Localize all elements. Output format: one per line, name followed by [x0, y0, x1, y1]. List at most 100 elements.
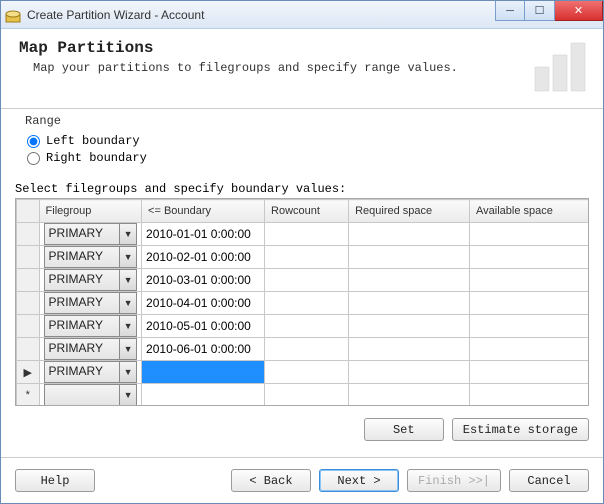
required-cell: [349, 338, 470, 361]
chevron-down-icon[interactable]: ▼: [119, 246, 137, 268]
filegroup-combo[interactable]: PRIMARY▼: [44, 361, 138, 383]
chevron-down-icon[interactable]: ▼: [119, 361, 137, 383]
row-marker: *: [17, 384, 40, 407]
required-cell: [349, 269, 470, 292]
required-cell: [349, 361, 470, 384]
col-filegroup[interactable]: Filegroup: [39, 200, 142, 223]
filegroup-cell[interactable]: PRIMARY▼: [39, 361, 142, 384]
row-marker: ▶: [17, 361, 40, 384]
maximize-button[interactable]: ☐: [525, 1, 555, 21]
filegroup-combo[interactable]: PRIMARY▼: [44, 223, 138, 245]
left-boundary-radio[interactable]: [27, 135, 40, 148]
cancel-button[interactable]: Cancel: [509, 469, 589, 492]
table-row[interactable]: PRIMARY▼2010-01-01 0:00:00: [17, 223, 590, 246]
rowcount-cell: [265, 338, 349, 361]
boundary-cell[interactable]: 2010-04-01 0:00:00: [142, 292, 265, 315]
filegroup-cell[interactable]: PRIMARY▼: [39, 223, 142, 246]
table-row[interactable]: ▶PRIMARY▼: [17, 361, 590, 384]
filegroup-value: PRIMARY: [44, 223, 120, 245]
chevron-down-icon[interactable]: ▼: [119, 315, 137, 337]
wizard-header: Map Partitions Map your partitions to fi…: [1, 29, 603, 109]
chevron-down-icon[interactable]: ▼: [119, 269, 137, 291]
next-button[interactable]: Next >: [319, 469, 399, 492]
wizard-footer: Help < Back Next > Finish >>| Cancel: [1, 457, 603, 503]
available-cell: [470, 384, 589, 407]
filegroup-combo[interactable]: PRIMARY▼: [44, 315, 138, 337]
available-cell: [470, 223, 589, 246]
right-boundary-radio[interactable]: [27, 152, 40, 165]
row-marker: [17, 223, 40, 246]
filegroup-cell[interactable]: PRIMARY▼: [39, 246, 142, 269]
help-button[interactable]: Help: [15, 469, 95, 492]
required-cell: [349, 384, 470, 407]
filegroup-combo[interactable]: PRIMARY▼: [44, 246, 138, 268]
row-marker: [17, 315, 40, 338]
col-required[interactable]: Required space: [349, 200, 470, 223]
range-legend: Range: [21, 114, 65, 128]
chevron-down-icon[interactable]: ▼: [119, 292, 137, 314]
back-button[interactable]: < Back: [231, 469, 311, 492]
page-subtitle: Map your partitions to filegroups and sp…: [19, 61, 585, 75]
set-button[interactable]: Set: [364, 418, 444, 441]
filegroup-value: PRIMARY: [44, 292, 120, 314]
available-cell: [470, 361, 589, 384]
filegroup-combo[interactable]: PRIMARY▼: [44, 269, 138, 291]
table-row[interactable]: PRIMARY▼2010-04-01 0:00:00: [17, 292, 590, 315]
row-marker: [17, 292, 40, 315]
left-boundary-label: Left boundary: [46, 134, 140, 148]
filegroup-combo[interactable]: ▼: [44, 384, 138, 406]
rowcount-cell: [265, 315, 349, 338]
filegroup-combo[interactable]: PRIMARY▼: [44, 338, 138, 360]
partition-grid[interactable]: Filegroup <= Boundary Rowcount Required …: [15, 198, 589, 406]
grid-label: Select filegroups and specify boundary v…: [15, 182, 589, 196]
estimate-storage-button[interactable]: Estimate storage: [452, 418, 589, 441]
rowcount-cell: [265, 269, 349, 292]
col-boundary[interactable]: <= Boundary: [142, 200, 265, 223]
available-cell: [470, 338, 589, 361]
table-row[interactable]: PRIMARY▼2010-05-01 0:00:00: [17, 315, 590, 338]
row-marker: [17, 269, 40, 292]
table-row[interactable]: *▼: [17, 384, 590, 407]
chevron-down-icon[interactable]: ▼: [119, 338, 137, 360]
wizard-body: Range Left boundary Right boundary Selec…: [1, 109, 603, 451]
col-marker: [17, 200, 40, 223]
rowcount-cell: [265, 361, 349, 384]
wizard-window: Create Partition Wizard - Account ─ ☐ ✕ …: [0, 0, 604, 504]
filegroup-cell[interactable]: PRIMARY▼: [39, 338, 142, 361]
filegroup-cell[interactable]: PRIMARY▼: [39, 315, 142, 338]
col-available[interactable]: Available space: [470, 200, 589, 223]
filegroup-cell[interactable]: PRIMARY▼: [39, 269, 142, 292]
header-graphic-icon: [531, 35, 591, 95]
close-button[interactable]: ✕: [555, 1, 603, 21]
range-fieldset: Range Left boundary Right boundary: [15, 123, 589, 174]
filegroup-cell[interactable]: ▼: [39, 384, 142, 407]
filegroup-combo[interactable]: PRIMARY▼: [44, 292, 138, 314]
chevron-down-icon[interactable]: ▼: [119, 223, 137, 245]
minimize-button[interactable]: ─: [495, 1, 525, 21]
table-row[interactable]: PRIMARY▼2010-03-01 0:00:00: [17, 269, 590, 292]
grid-action-row: Set Estimate storage: [15, 406, 589, 451]
required-cell: [349, 223, 470, 246]
required-cell: [349, 246, 470, 269]
filegroup-value: [44, 384, 120, 406]
boundary-cell[interactable]: 2010-05-01 0:00:00: [142, 315, 265, 338]
filegroup-value: PRIMARY: [44, 269, 120, 291]
boundary-cell[interactable]: [142, 384, 265, 407]
boundary-cell[interactable]: 2010-06-01 0:00:00: [142, 338, 265, 361]
boundary-cell[interactable]: 2010-02-01 0:00:00: [142, 246, 265, 269]
rowcount-cell: [265, 246, 349, 269]
boundary-cell[interactable]: 2010-03-01 0:00:00: [142, 269, 265, 292]
available-cell: [470, 292, 589, 315]
available-cell: [470, 246, 589, 269]
col-rowcount[interactable]: Rowcount: [265, 200, 349, 223]
filegroup-cell[interactable]: PRIMARY▼: [39, 292, 142, 315]
row-marker: [17, 246, 40, 269]
boundary-cell[interactable]: [142, 361, 265, 384]
boundary-cell[interactable]: 2010-01-01 0:00:00: [142, 223, 265, 246]
available-cell: [470, 269, 589, 292]
filegroup-value: PRIMARY: [44, 338, 120, 360]
table-row[interactable]: PRIMARY▼2010-06-01 0:00:00: [17, 338, 590, 361]
chevron-down-icon[interactable]: ▼: [119, 384, 137, 406]
window-controls: ─ ☐ ✕: [495, 1, 603, 21]
table-row[interactable]: PRIMARY▼2010-02-01 0:00:00: [17, 246, 590, 269]
